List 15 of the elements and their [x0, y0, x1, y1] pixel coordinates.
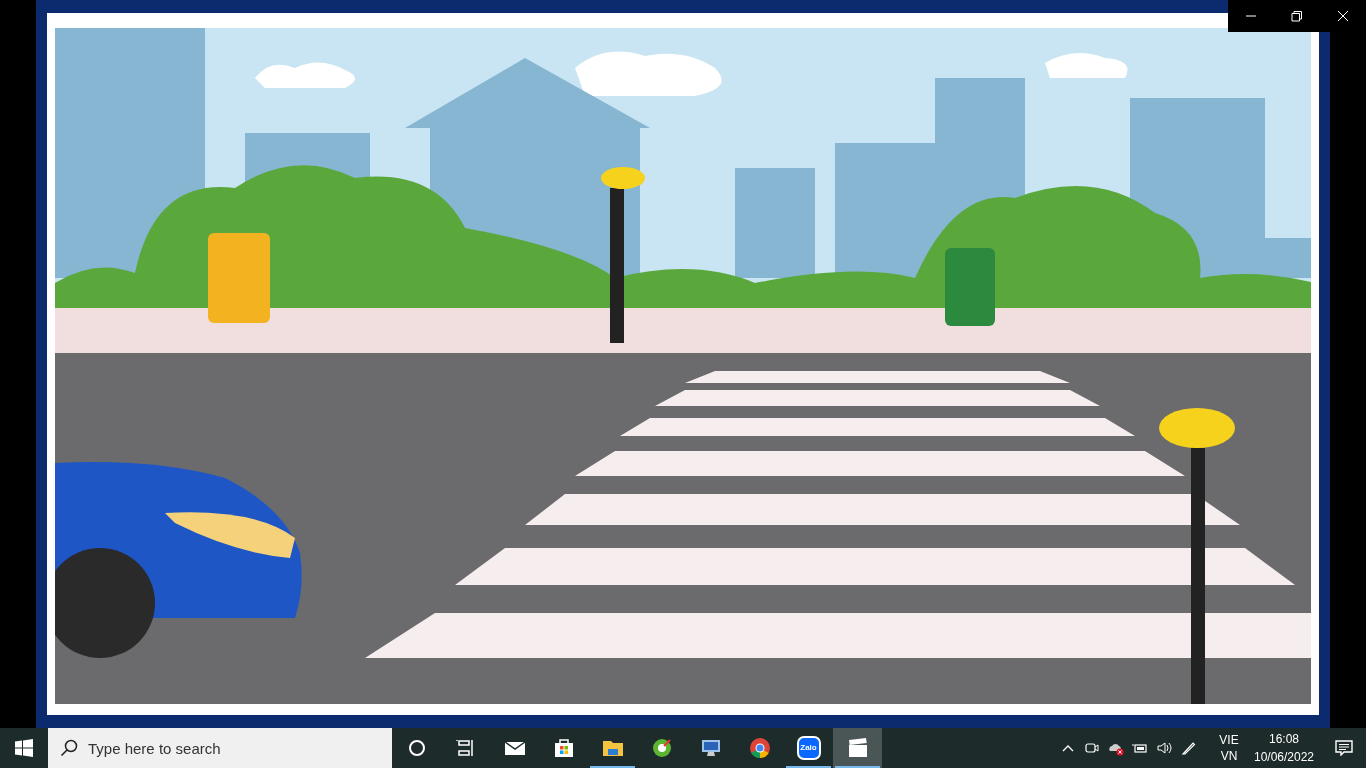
taskbar-app-button[interactable]: Zalo [784, 728, 833, 768]
chrome-icon [747, 736, 772, 760]
volume-icon [1156, 740, 1172, 756]
notification-icon [1335, 740, 1353, 756]
search-icon [60, 739, 78, 757]
restore-icon [1291, 10, 1303, 22]
search-field[interactable]: Type here to search [48, 728, 392, 768]
camera-icon [1084, 740, 1100, 756]
windows-icon [15, 739, 33, 757]
taskbar-app-button[interactable] [833, 728, 882, 768]
clock[interactable]: 16:08 10/06/2022 [1246, 728, 1322, 768]
pen-icon [1180, 740, 1196, 756]
close-icon [1337, 10, 1349, 22]
language-indicator[interactable]: VIE VN [1212, 728, 1246, 768]
zalo-icon: Zalo [796, 736, 821, 760]
